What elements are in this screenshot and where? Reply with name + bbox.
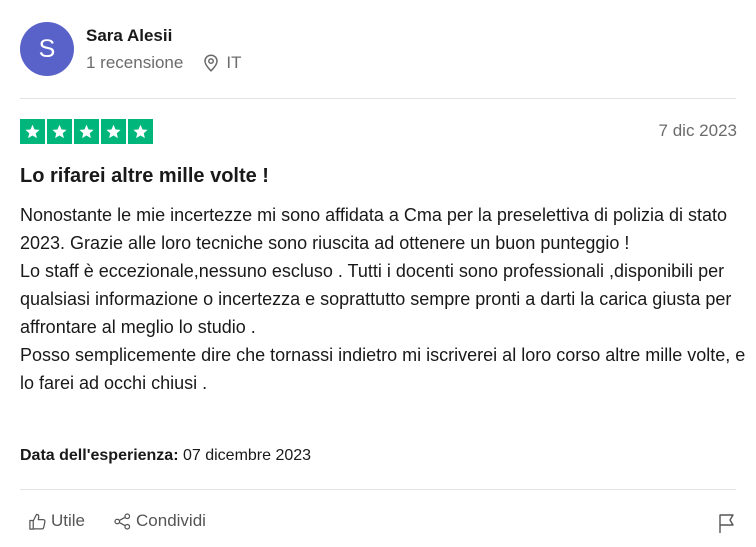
star-icon bbox=[47, 119, 72, 144]
share-button[interactable]: Condividi bbox=[113, 511, 206, 531]
useful-label: Utile bbox=[51, 511, 86, 530]
reviewer-meta: 1 recensione IT bbox=[86, 53, 241, 73]
location-pin-icon bbox=[203, 54, 219, 72]
star-rating bbox=[20, 119, 153, 144]
footer-divider bbox=[20, 489, 736, 490]
share-icon bbox=[113, 512, 136, 531]
experience-value: 07 dicembre 2023 bbox=[182, 447, 312, 464]
avatar-initial: S bbox=[38, 34, 56, 63]
review-actions: Utile Condividi bbox=[28, 511, 234, 531]
reviewer-name[interactable]: Sara Alesii bbox=[86, 26, 172, 46]
thumbs-up-icon bbox=[28, 512, 51, 531]
star-icon bbox=[20, 119, 45, 144]
star-icon bbox=[128, 119, 153, 144]
report-button[interactable] bbox=[718, 512, 736, 539]
star-icon bbox=[74, 119, 99, 144]
review-date: 7 dic 2023 bbox=[658, 121, 737, 140]
review-title[interactable]: Lo rifarei altre mille volte ! bbox=[20, 165, 269, 188]
reviewer-country: IT bbox=[226, 53, 242, 72]
share-label: Condividi bbox=[136, 511, 206, 530]
review-count: 1 recensione bbox=[86, 53, 184, 72]
experience-label: Data dell'esperienza: bbox=[20, 447, 179, 464]
header-divider bbox=[20, 98, 736, 99]
reviewer-avatar[interactable]: S bbox=[20, 22, 74, 76]
star-icon bbox=[101, 119, 126, 144]
flag-icon bbox=[718, 512, 736, 534]
useful-button[interactable]: Utile bbox=[28, 511, 85, 531]
review-body: Nonostante le mie incertezze mi sono aff… bbox=[20, 205, 746, 393]
experience-date: Data dell'esperienza: 07 dicembre 2023 bbox=[20, 447, 311, 465]
